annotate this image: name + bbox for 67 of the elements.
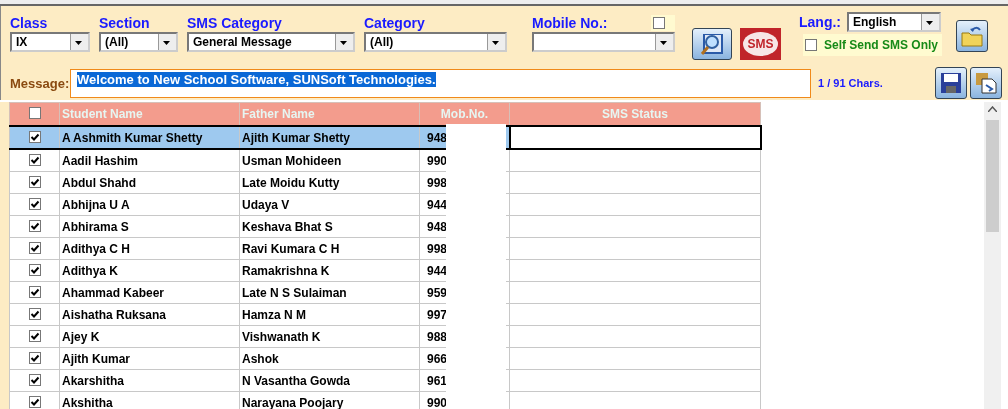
table-cell: A Ashmith Kumar Shetty	[59, 126, 240, 149]
field-label: Category	[364, 14, 426, 32]
checkbox[interactable]	[28, 285, 41, 298]
table-cell: Ajith Kumar Shetty	[239, 126, 420, 149]
mobile-dropdown[interactable]	[532, 32, 675, 52]
checkbox[interactable]	[653, 17, 665, 29]
char-count: 1 / 91 Chars.	[818, 77, 884, 89]
table-cell: Adithya C H	[59, 237, 240, 260]
table-cell: Late Moidu Kutty	[239, 171, 420, 194]
field-label: Class	[10, 14, 49, 32]
table-cell: Abhijna U A	[59, 193, 240, 216]
table-cell: Abdul Shahd	[59, 171, 240, 194]
scrollbar[interactable]	[984, 102, 1001, 409]
table-cell: Aadil Hashim	[59, 149, 240, 172]
checkbox[interactable]	[28, 175, 41, 188]
folder-icon	[960, 25, 984, 47]
checkbox[interactable]	[28, 241, 41, 254]
table-cell: Udaya V	[239, 193, 420, 216]
dropdown[interactable]: (All)	[99, 32, 178, 52]
checkbox-label: Self Send SMS Only	[824, 38, 939, 52]
table-cell: Hamza N M	[239, 303, 420, 326]
checkbox[interactable]	[28, 106, 41, 119]
table-cell: Ahammad Kabeer	[59, 281, 240, 304]
field-label: Mobile No.:	[532, 14, 608, 32]
field-label: SMS Category	[187, 14, 283, 32]
scroll-up-icon[interactable]	[988, 106, 997, 112]
table-cell: Vishwanath K	[239, 325, 420, 348]
field-label: Message:	[10, 75, 70, 91]
document-icon	[974, 71, 998, 95]
message-field[interactable]: Welcome to New School Software, SUNSoft Technologies.	[70, 68, 811, 98]
save-button[interactable]	[935, 67, 967, 99]
table-cell: Ajey K	[59, 325, 240, 348]
table-cell: Abhirama S	[59, 215, 240, 238]
field-label: Section	[99, 14, 151, 32]
table-cell: Usman Mohideen	[239, 149, 420, 172]
search-button[interactable]	[692, 28, 732, 60]
checkbox[interactable]	[28, 130, 41, 143]
dropdown[interactable]: General Message	[187, 32, 355, 52]
table-cell: Adithya K	[59, 259, 240, 282]
table-cell: Ashok	[239, 347, 420, 370]
table-cell: Keshava Bhat S	[239, 215, 420, 238]
table-cell: Aishatha Ruksana	[59, 303, 240, 326]
dropdown[interactable]: IX	[10, 32, 90, 52]
table-cell: Narayana Poojary	[239, 391, 420, 409]
table-cell: Akshitha	[59, 391, 240, 409]
table-cell: Ravi Kumara C H	[239, 237, 420, 260]
sms-button[interactable]: SMS	[740, 28, 781, 60]
checkbox[interactable]	[28, 395, 41, 408]
export-button[interactable]	[970, 67, 1002, 99]
checkbox[interactable]	[805, 39, 817, 51]
checkbox[interactable]	[28, 197, 41, 210]
checkbox[interactable]	[28, 219, 41, 232]
checkbox[interactable]	[28, 351, 41, 364]
table-cell: Akarshitha	[59, 369, 240, 392]
dropdown[interactable]: (All)	[364, 32, 507, 52]
checkbox[interactable]	[28, 263, 41, 276]
field-label: Lang.:	[799, 13, 841, 31]
checkbox[interactable]	[28, 329, 41, 342]
table-cell: Late N S Sulaiman	[239, 281, 420, 304]
folder-button[interactable]	[956, 20, 988, 52]
checkbox[interactable]	[28, 153, 41, 166]
table-cell: Ajith Kumar	[59, 347, 240, 370]
language-dropdown[interactable]: English	[847, 12, 941, 32]
checkbox[interactable]	[28, 373, 41, 386]
checkbox[interactable]	[28, 307, 41, 320]
table-cell: N Vasantha Gowda	[239, 369, 420, 392]
table-cell: Ramakrishna K	[239, 259, 420, 282]
